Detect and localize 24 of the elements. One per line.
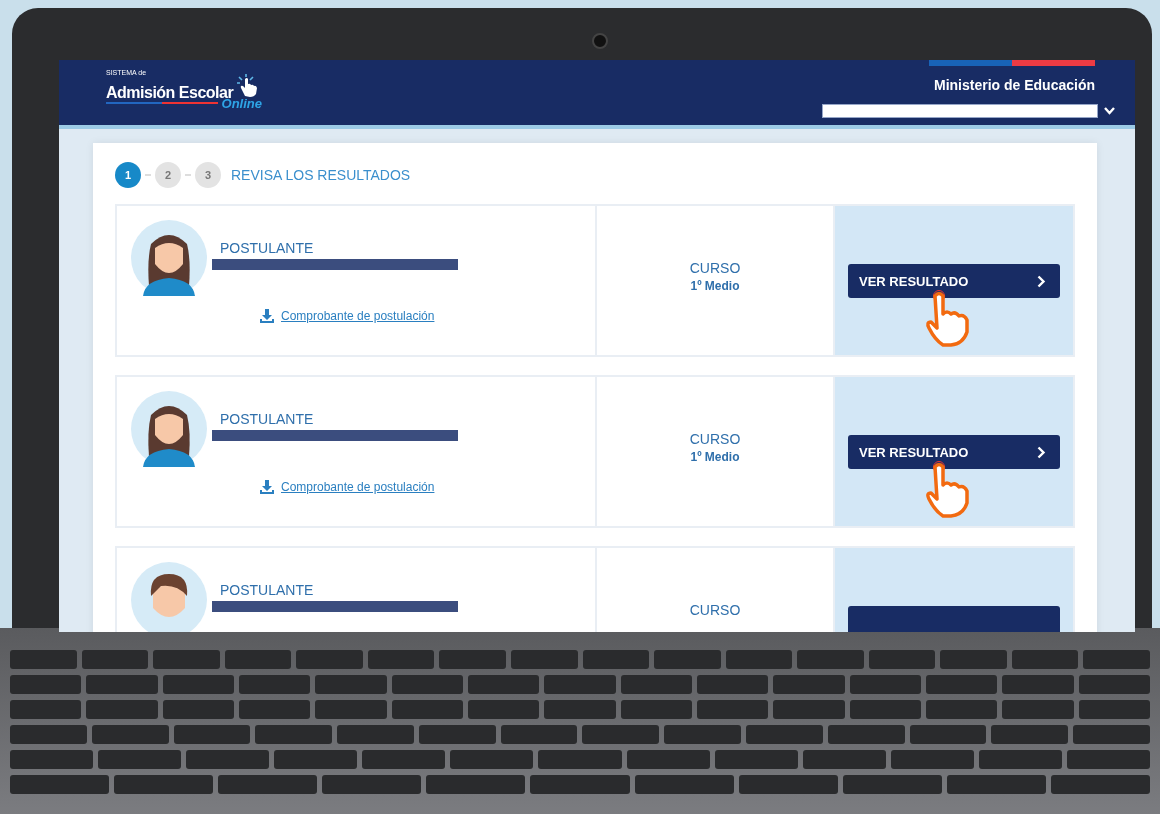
step-indicator: 1 [115, 162, 141, 188]
course-value: 1º Medio [690, 450, 740, 464]
applicant-label: POSTULANTE [220, 240, 315, 256]
step-indicator: 3 [195, 162, 221, 188]
course-label: CURSO [689, 431, 741, 447]
applicant-label: POSTULANTE [220, 411, 315, 427]
course-value: 1º Medio [690, 279, 740, 293]
camera-icon [592, 33, 608, 49]
account-field[interactable] [822, 104, 1098, 118]
ministry-name: Ministerio de Educación [933, 77, 1095, 93]
download-icon [260, 480, 274, 494]
course-label: CURSO [689, 602, 741, 618]
course-label: CURSO [689, 260, 741, 276]
result-button[interactable]: VER RESULTADO [848, 435, 1060, 469]
chevron-down-icon[interactable] [1104, 107, 1115, 115]
download-icon [260, 309, 274, 323]
chevron-right-icon [1037, 445, 1046, 459]
step-indicator: 2 [155, 162, 181, 188]
applicant-label: POSTULANTE [220, 582, 315, 598]
receipt-link[interactable]: Comprobante de postulación [260, 309, 458, 323]
step-title: REVISA LOS RESULTADOS [231, 167, 411, 183]
receipt-link[interactable]: Comprobante de postulación [260, 480, 458, 494]
result-button[interactable]: VER RESULTADO [848, 264, 1060, 298]
chevron-right-icon [1037, 274, 1046, 288]
